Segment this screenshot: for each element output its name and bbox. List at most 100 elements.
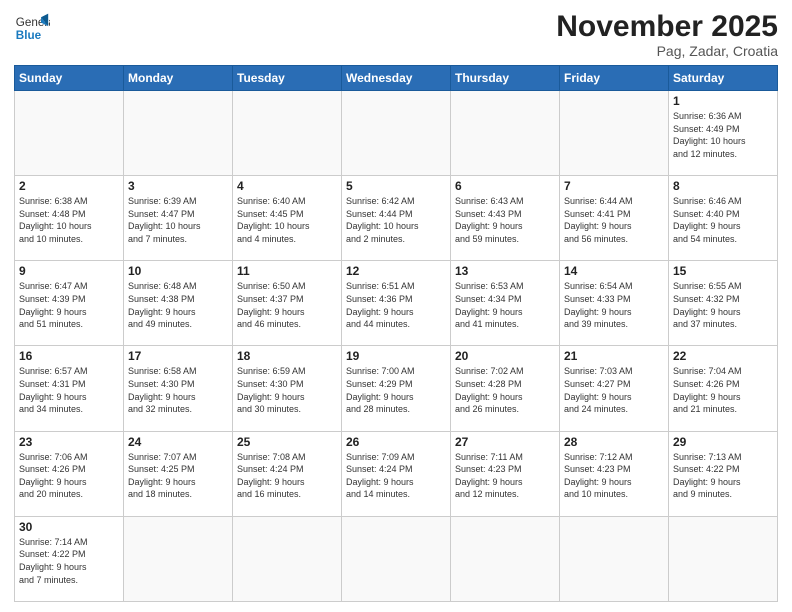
day-info: Sunrise: 7:04 AM Sunset: 4:26 PM Dayligh… [673,365,773,415]
day-number: 15 [673,264,773,278]
day-number: 22 [673,349,773,363]
day-number: 18 [237,349,337,363]
calendar-cell: 9 Sunrise: 6:47 AM Sunset: 4:39 PM Daylig… [15,261,124,346]
day-info: Sunrise: 6:36 AM Sunset: 4:49 PM Dayligh… [673,110,773,160]
day-info: Sunrise: 7:00 AM Sunset: 4:29 PM Dayligh… [346,365,446,415]
day-number: 30 [19,520,119,534]
calendar-cell: 24Sunrise: 7:07 AM Sunset: 4:25 PM Dayli… [124,431,233,516]
day-number: 27 [455,435,555,449]
day-number: 6 [455,179,555,193]
calendar-cell: 3 Sunrise: 6:39 AM Sunset: 4:47 PM Daylig… [124,176,233,261]
day-info: Sunrise: 6:39 AM Sunset: 4:47 PM Dayligh… [128,195,228,245]
calendar-cell: 20 Sunrise: 7:02 AM Sunset: 4:28 PM Dayli… [451,346,560,431]
weekday-header-thursday: Thursday [451,66,560,91]
weekday-header-friday: Friday [560,66,669,91]
calendar-cell: 13Sunrise: 6:53 AM Sunset: 4:34 PM Dayli… [451,261,560,346]
calendar-cell: 17Sunrise: 6:58 AM Sunset: 4:30 PM Dayli… [124,346,233,431]
calendar-cell [233,516,342,601]
calendar-cell [451,516,560,601]
calendar-cell: 16 Sunrise: 6:57 AM Sunset: 4:31 PM Dayli… [15,346,124,431]
day-number: 21 [564,349,664,363]
day-number: 26 [346,435,446,449]
calendar-cell [233,91,342,176]
calendar-cell: 19 Sunrise: 7:00 AM Sunset: 4:29 PM Dayli… [342,346,451,431]
day-info: Sunrise: 7:03 AM Sunset: 4:27 PM Dayligh… [564,365,664,415]
day-info: Sunrise: 6:46 AM Sunset: 4:40 PM Dayligh… [673,195,773,245]
weekday-header-tuesday: Tuesday [233,66,342,91]
day-number: 5 [346,179,446,193]
day-number: 20 [455,349,555,363]
logo: General Blue [14,10,50,46]
day-number: 13 [455,264,555,278]
calendar-cell [342,516,451,601]
day-info: Sunrise: 7:13 AM Sunset: 4:22 PM Dayligh… [673,451,773,501]
calendar-cell: 8 Sunrise: 6:46 AM Sunset: 4:40 PM Daylig… [669,176,778,261]
weekday-header-monday: Monday [124,66,233,91]
day-info: Sunrise: 7:11 AM Sunset: 4:23 PM Dayligh… [455,451,555,501]
page: General Blue November 2025 Pag, Zadar, C… [0,0,792,612]
calendar-cell: 7Sunrise: 6:44 AM Sunset: 4:41 PM Daylig… [560,176,669,261]
day-info: Sunrise: 6:43 AM Sunset: 4:43 PM Dayligh… [455,195,555,245]
calendar-cell: 23Sunrise: 7:06 AM Sunset: 4:26 PM Dayli… [15,431,124,516]
day-info: Sunrise: 7:08 AM Sunset: 4:24 PM Dayligh… [237,451,337,501]
day-number: 16 [19,349,119,363]
day-number: 8 [673,179,773,193]
day-number: 1 [673,94,773,108]
calendar-cell: 25 Sunrise: 7:08 AM Sunset: 4:24 PM Dayli… [233,431,342,516]
day-info: Sunrise: 6:55 AM Sunset: 4:32 PM Dayligh… [673,280,773,330]
day-info: Sunrise: 6:47 AM Sunset: 4:39 PM Dayligh… [19,280,119,330]
day-number: 9 [19,264,119,278]
calendar-cell [560,91,669,176]
day-number: 17 [128,349,228,363]
weekday-header-sunday: Sunday [15,66,124,91]
calendar-cell [342,91,451,176]
calendar-cell: 6 Sunrise: 6:43 AM Sunset: 4:43 PM Daylig… [451,176,560,261]
calendar-cell: 5Sunrise: 6:42 AM Sunset: 4:44 PM Daylig… [342,176,451,261]
weekday-header-wednesday: Wednesday [342,66,451,91]
day-number: 10 [128,264,228,278]
calendar-cell: 2Sunrise: 6:38 AM Sunset: 4:48 PM Daylig… [15,176,124,261]
day-number: 25 [237,435,337,449]
day-number: 19 [346,349,446,363]
calendar-cell [124,91,233,176]
calendar-week-4: 16 Sunrise: 6:57 AM Sunset: 4:31 PM Dayli… [15,346,778,431]
calendar-cell: 28 Sunrise: 7:12 AM Sunset: 4:23 PM Dayli… [560,431,669,516]
calendar-cell [560,516,669,601]
day-info: Sunrise: 7:12 AM Sunset: 4:23 PM Dayligh… [564,451,664,501]
day-info: Sunrise: 6:54 AM Sunset: 4:33 PM Dayligh… [564,280,664,330]
day-info: Sunrise: 6:57 AM Sunset: 4:31 PM Dayligh… [19,365,119,415]
logo-icon: General Blue [14,10,50,46]
day-info: Sunrise: 7:07 AM Sunset: 4:25 PM Dayligh… [128,451,228,501]
calendar-cell: 1 Sunrise: 6:36 AM Sunset: 4:49 PM Daylig… [669,91,778,176]
calendar-week-2: 2Sunrise: 6:38 AM Sunset: 4:48 PM Daylig… [15,176,778,261]
day-info: Sunrise: 6:40 AM Sunset: 4:45 PM Dayligh… [237,195,337,245]
day-number: 14 [564,264,664,278]
calendar-cell: 4 Sunrise: 6:40 AM Sunset: 4:45 PM Daylig… [233,176,342,261]
month-title: November 2025 [556,10,778,43]
calendar-week-3: 9 Sunrise: 6:47 AM Sunset: 4:39 PM Daylig… [15,261,778,346]
day-number: 11 [237,264,337,278]
weekday-header-row: SundayMondayTuesdayWednesdayThursdayFrid… [15,66,778,91]
day-number: 4 [237,179,337,193]
day-info: Sunrise: 7:02 AM Sunset: 4:28 PM Dayligh… [455,365,555,415]
day-number: 28 [564,435,664,449]
day-info: Sunrise: 7:09 AM Sunset: 4:24 PM Dayligh… [346,451,446,501]
calendar-cell [15,91,124,176]
day-number: 7 [564,179,664,193]
calendar-cell: 10 Sunrise: 6:48 AM Sunset: 4:38 PM Dayli… [124,261,233,346]
calendar-cell: 18Sunrise: 6:59 AM Sunset: 4:30 PM Dayli… [233,346,342,431]
calendar-cell: 29Sunrise: 7:13 AM Sunset: 4:22 PM Dayli… [669,431,778,516]
calendar-cell: 30Sunrise: 7:14 AM Sunset: 4:22 PM Dayli… [15,516,124,601]
day-info: Sunrise: 6:48 AM Sunset: 4:38 PM Dayligh… [128,280,228,330]
weekday-header-saturday: Saturday [669,66,778,91]
day-number: 2 [19,179,119,193]
day-number: 3 [128,179,228,193]
day-number: 23 [19,435,119,449]
calendar-cell: 21 Sunrise: 7:03 AM Sunset: 4:27 PM Dayli… [560,346,669,431]
calendar-cell [669,516,778,601]
calendar-week-1: 1 Sunrise: 6:36 AM Sunset: 4:49 PM Daylig… [15,91,778,176]
calendar-cell: 26 Sunrise: 7:09 AM Sunset: 4:24 PM Dayli… [342,431,451,516]
calendar-cell [124,516,233,601]
calendar-cell: 11Sunrise: 6:50 AM Sunset: 4:37 PM Dayli… [233,261,342,346]
svg-text:Blue: Blue [16,29,42,42]
